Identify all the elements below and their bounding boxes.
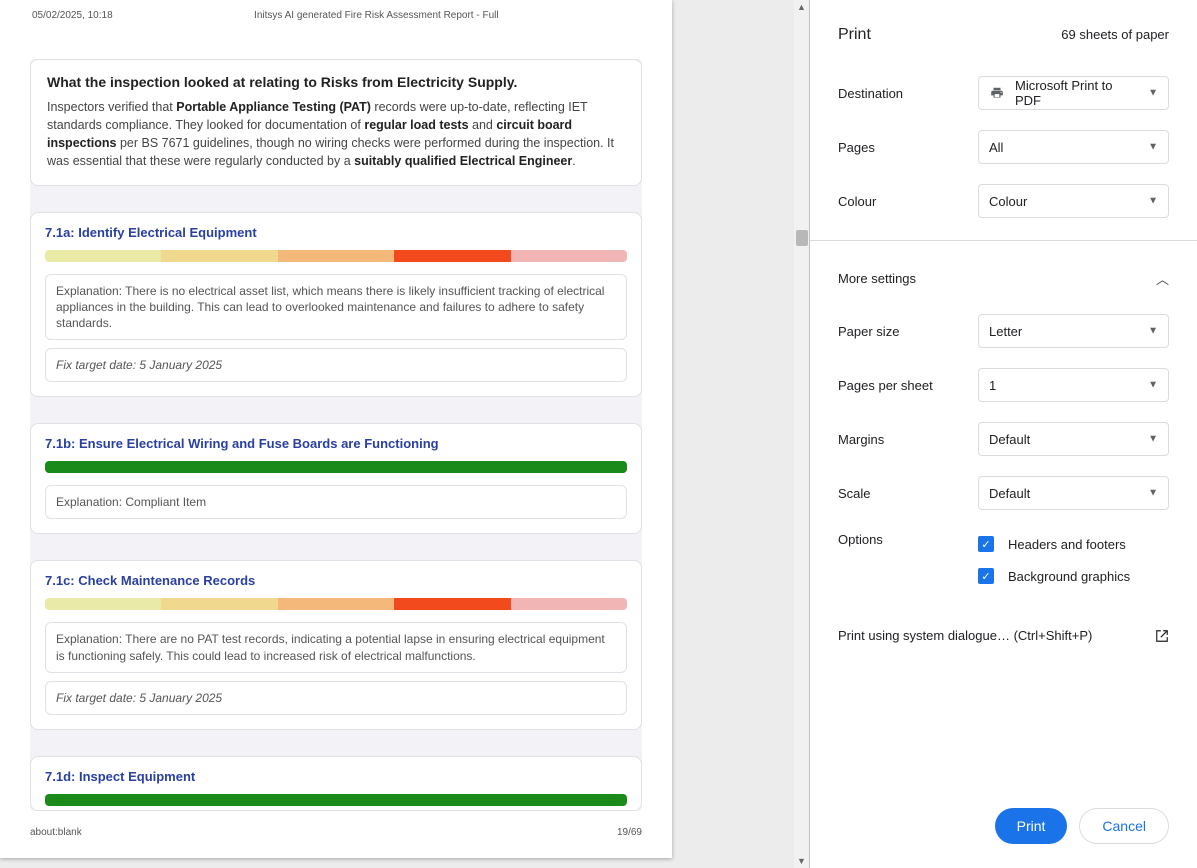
item-7-1a-title: 7.1a: Identify Electrical Equipment xyxy=(45,225,627,240)
chevron-down-icon: ▼ xyxy=(1148,488,1158,499)
page-header-date: 05/02/2025, 10:18 xyxy=(32,10,113,21)
scale-value: Default xyxy=(989,486,1030,501)
print-button[interactable]: Print xyxy=(995,808,1068,844)
item-7-1b: 7.1b: Ensure Electrical Wiring and Fuse … xyxy=(30,423,642,534)
margins-value: Default xyxy=(989,432,1030,447)
item-7-1c-explanation: Explanation: There are no PAT test recor… xyxy=(45,622,627,672)
destination-select[interactable]: Microsoft Print to PDF ▼ xyxy=(978,76,1169,110)
pps-select[interactable]: 1 ▼ xyxy=(978,368,1169,402)
paper-size-select[interactable]: Letter ▼ xyxy=(978,314,1169,348)
background-graphics-checkbox[interactable] xyxy=(978,568,994,584)
headers-footers-checkbox[interactable] xyxy=(978,536,994,552)
page-footer-url: about:blank xyxy=(30,827,82,838)
destination-value: Microsoft Print to PDF xyxy=(1015,78,1140,108)
intro-title: What the inspection looked at relating t… xyxy=(47,74,625,90)
item-7-1c: 7.1c: Check Maintenance Records Explanat… xyxy=(30,560,642,730)
pages-label: Pages xyxy=(838,140,978,155)
colour-label: Colour xyxy=(838,194,978,209)
chevron-down-icon: ▼ xyxy=(1148,196,1158,207)
risk-bar-7-1c xyxy=(45,598,627,610)
risk-bar-7-1a xyxy=(45,250,627,262)
item-7-1a-explanation: Explanation: There is no electrical asse… xyxy=(45,274,627,341)
print-preview-pane: 05/02/2025, 10:18 Initsys AI generated F… xyxy=(0,0,810,868)
chevron-down-icon: ▼ xyxy=(1148,142,1158,153)
panel-title: Print xyxy=(838,26,871,44)
item-7-1d: 7.1d: Inspect Equipment xyxy=(30,756,642,811)
destination-label: Destination xyxy=(838,86,978,101)
chevron-down-icon: ▼ xyxy=(1148,380,1158,391)
preview-scrollbar[interactable]: ▲ ▼ xyxy=(794,0,809,868)
scroll-up-arrow-icon[interactable]: ▲ xyxy=(794,0,809,14)
print-panel: Print 69 sheets of paper Destination Mic… xyxy=(810,0,1197,868)
system-dialog-link[interactable]: Print using system dialogue… (Ctrl+Shift… xyxy=(810,606,1197,653)
margins-label: Margins xyxy=(838,432,978,447)
scale-label: Scale xyxy=(838,486,978,501)
paper-size-value: Letter xyxy=(989,324,1022,339)
print-button-label: Print xyxy=(1017,818,1046,834)
sheet-count: 69 sheets of paper xyxy=(1061,27,1169,42)
page-footer: about:blank 19/69 xyxy=(30,827,642,838)
colour-value: Colour xyxy=(989,194,1027,209)
external-link-icon xyxy=(1155,629,1169,643)
page-footer-pagecount: 19/69 xyxy=(617,827,642,838)
printer-icon xyxy=(989,86,1005,100)
divider xyxy=(810,240,1197,241)
chevron-down-icon: ▼ xyxy=(1148,434,1158,445)
item-7-1d-title: 7.1d: Inspect Equipment xyxy=(45,769,627,784)
pages-select[interactable]: All ▼ xyxy=(978,130,1169,164)
item-7-1b-title: 7.1b: Ensure Electrical Wiring and Fuse … xyxy=(45,436,627,451)
intro-paragraph: Inspectors verified that Portable Applia… xyxy=(47,98,625,171)
pages-value: All xyxy=(989,140,1003,155)
page-header: 05/02/2025, 10:18 Initsys AI generated F… xyxy=(30,10,642,21)
cancel-button-label: Cancel xyxy=(1102,818,1146,834)
colour-select[interactable]: Colour ▼ xyxy=(978,184,1169,218)
chevron-up-icon: ︿ xyxy=(1156,269,1169,288)
chevron-down-icon: ▼ xyxy=(1148,326,1158,337)
scale-select[interactable]: Default ▼ xyxy=(978,476,1169,510)
options-label: Options xyxy=(838,530,978,547)
scroll-thumb[interactable] xyxy=(796,230,808,246)
pps-label: Pages per sheet xyxy=(838,378,978,393)
risk-bar-7-1d xyxy=(45,794,627,806)
intro-card: What the inspection looked at relating t… xyxy=(30,59,642,186)
preview-page: 05/02/2025, 10:18 Initsys AI generated F… xyxy=(0,0,672,858)
pps-value: 1 xyxy=(989,378,996,393)
headers-footers-label: Headers and footers xyxy=(1008,537,1126,552)
item-7-1c-fix: Fix target date: 5 January 2025 xyxy=(45,681,627,715)
cancel-button[interactable]: Cancel xyxy=(1079,808,1169,844)
background-graphics-label: Background graphics xyxy=(1008,569,1130,584)
system-dialog-label: Print using system dialogue… (Ctrl+Shift… xyxy=(838,628,1092,643)
item-7-1a: 7.1a: Identify Electrical Equipment Expl… xyxy=(30,212,642,398)
item-7-1a-fix: Fix target date: 5 January 2025 xyxy=(45,348,627,382)
chevron-down-icon: ▼ xyxy=(1148,88,1158,99)
page-header-title: Initsys AI generated Fire Risk Assessmen… xyxy=(254,10,499,21)
scroll-down-arrow-icon[interactable]: ▼ xyxy=(794,854,809,868)
risk-bar-7-1b xyxy=(45,461,627,473)
margins-select[interactable]: Default ▼ xyxy=(978,422,1169,456)
item-7-1c-title: 7.1c: Check Maintenance Records xyxy=(45,573,627,588)
item-7-1b-explanation: Explanation: Compliant Item xyxy=(45,485,627,519)
more-settings-toggle[interactable]: More settings ︿ xyxy=(810,247,1197,298)
paper-size-label: Paper size xyxy=(838,324,978,339)
more-settings-label: More settings xyxy=(838,271,916,286)
